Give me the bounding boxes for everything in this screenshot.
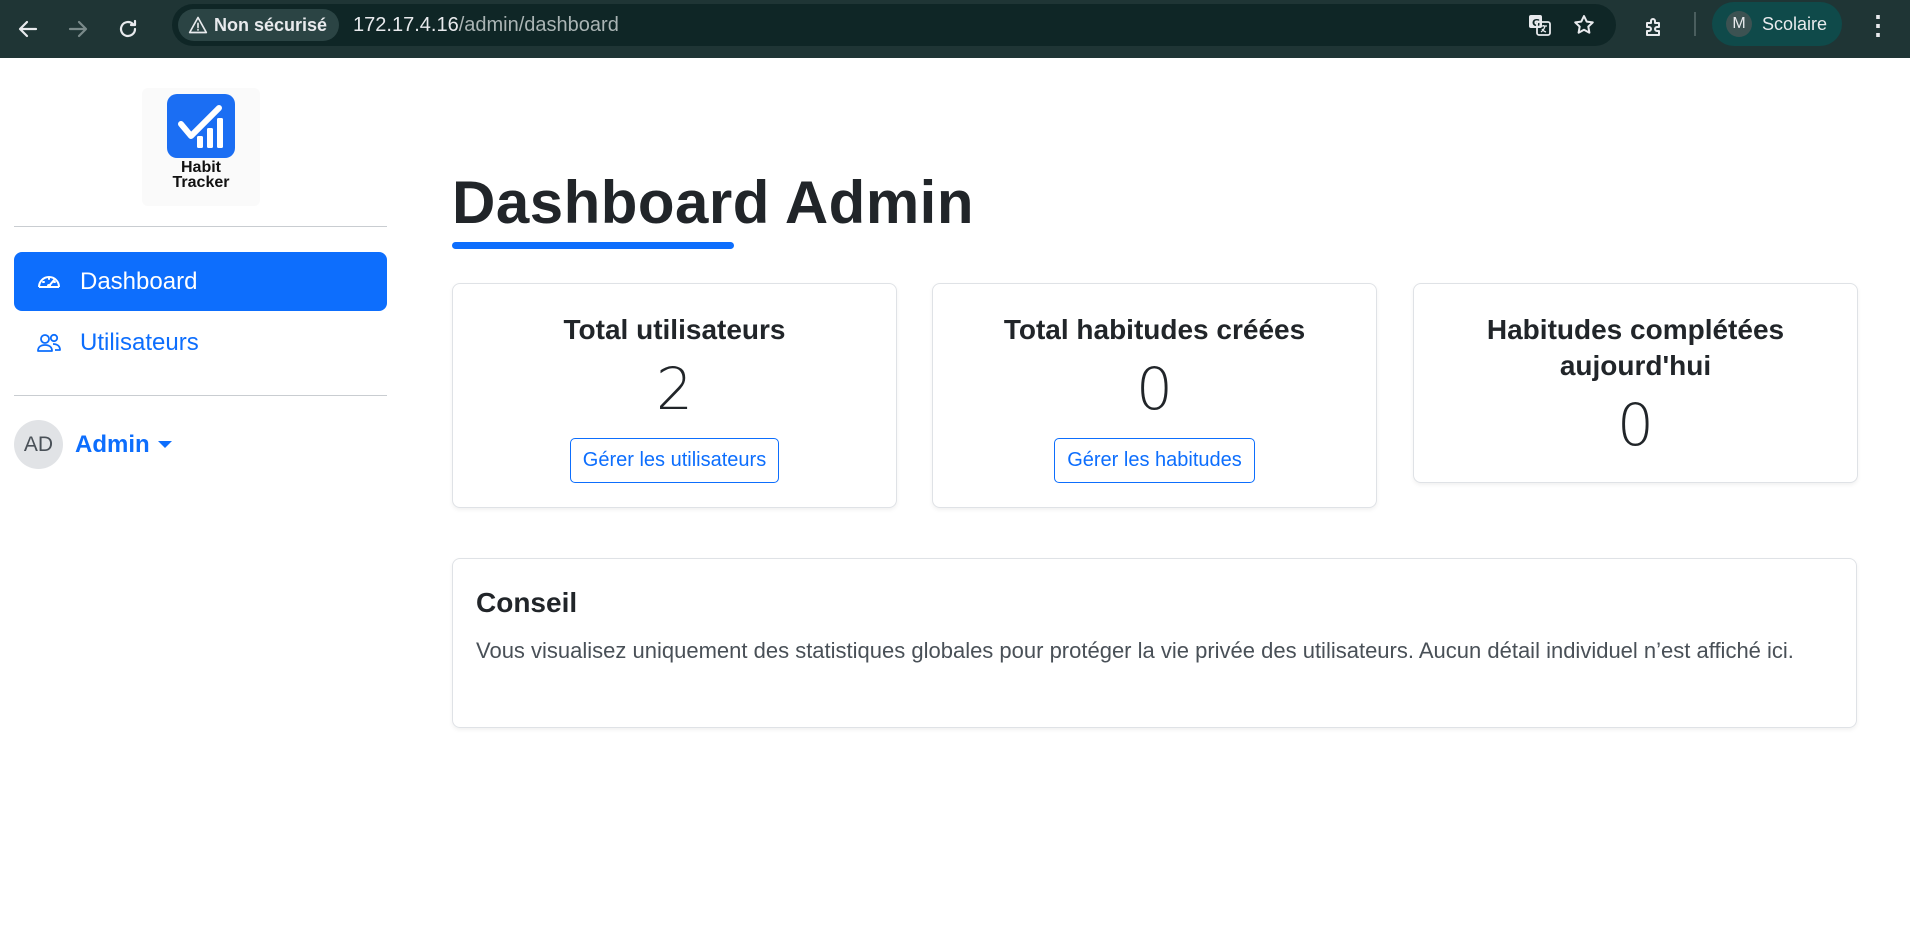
warning-icon	[188, 16, 208, 34]
security-label: Non sécurisé	[214, 14, 328, 35]
forward-icon[interactable]	[56, 7, 100, 51]
toolbar-divider	[1694, 12, 1696, 36]
manage-habits-button[interactable]: Gérer les habitudes	[1054, 438, 1255, 483]
speedometer-icon	[36, 269, 62, 295]
translate-icon[interactable]: G	[1518, 5, 1562, 45]
url-path: /admin/dashboard	[458, 13, 619, 36]
card-title: Total utilisateurs	[563, 314, 786, 345]
profile-name: Scolaire	[1762, 13, 1828, 34]
card-title: Total habitudes créées	[1003, 314, 1306, 345]
people-icon	[36, 330, 62, 356]
profile-button[interactable]: M Scolaire	[1712, 2, 1842, 46]
bookmark-star-icon[interactable]	[1562, 5, 1606, 45]
tip-card: Conseil Vous visualisez uniquement des s…	[452, 558, 1857, 728]
app-logo[interactable]: Habit Tracker	[142, 88, 260, 206]
page-title: Dashboard Admin	[452, 169, 974, 236]
sidebar-item-utilisateurs[interactable]: Utilisateurs	[14, 313, 387, 372]
logo-line-2: Tracker	[172, 174, 230, 191]
card-value: 0	[1617, 391, 1654, 459]
card-value: 0	[1136, 355, 1173, 423]
user-name[interactable]: Admin	[75, 431, 150, 459]
back-icon[interactable]	[6, 7, 50, 51]
sidebar-item-dashboard[interactable]: Dashboard	[14, 252, 387, 311]
reload-icon[interactable]	[106, 7, 150, 51]
card-title: Habitudes complétées aujourd'hui	[1486, 314, 1785, 381]
extensions-icon[interactable]	[1634, 7, 1674, 47]
tip-text: Vous visualisez uniquement des statistiq…	[476, 638, 1794, 663]
avatar: AD	[14, 420, 63, 469]
address-bar[interactable]: Non sécurisé 172.17.4.16/admin/dashboard…	[172, 4, 1616, 46]
tip-title: Conseil	[476, 587, 578, 618]
title-underline	[452, 242, 734, 249]
sidebar-divider	[14, 226, 387, 227]
security-chip[interactable]: Non sécurisé	[178, 9, 340, 41]
card-value: 2	[656, 355, 693, 423]
url-text[interactable]: 172.17.4.16/admin/dashboard	[353, 14, 619, 37]
profile-avatar: M	[1726, 11, 1752, 37]
caret-down-icon[interactable]	[157, 441, 172, 448]
url-host: 172.17.4.16	[353, 13, 459, 36]
manage-users-button[interactable]: Gérer les utilisateurs	[569, 438, 780, 483]
stat-card-habits: Total habitudes créées 0 Gérer les habit…	[932, 283, 1377, 508]
stat-card-completed-today: Habitudes complétées aujourd'hui 0	[1413, 283, 1858, 483]
browser-toolbar: Non sécurisé 172.17.4.16/admin/dashboard…	[0, 0, 1910, 58]
logo-check-icon	[167, 94, 235, 158]
logo-line-1: Habit	[181, 159, 221, 176]
sidebar-divider	[14, 395, 387, 396]
more-menu-icon[interactable]: ⋮	[1862, 8, 1894, 42]
logo-text: Habit Tracker	[142, 159, 260, 191]
sidebar-item-label: Utilisateurs	[80, 328, 199, 356]
sidebar-item-label: Dashboard	[80, 267, 198, 295]
stat-card-users: Total utilisateurs 2 Gérer les utilisate…	[452, 283, 897, 508]
user-menu[interactable]: AD Admin	[14, 420, 172, 469]
sidebar: Habit Tracker Dashboard Utilisateurs AD …	[0, 58, 400, 932]
